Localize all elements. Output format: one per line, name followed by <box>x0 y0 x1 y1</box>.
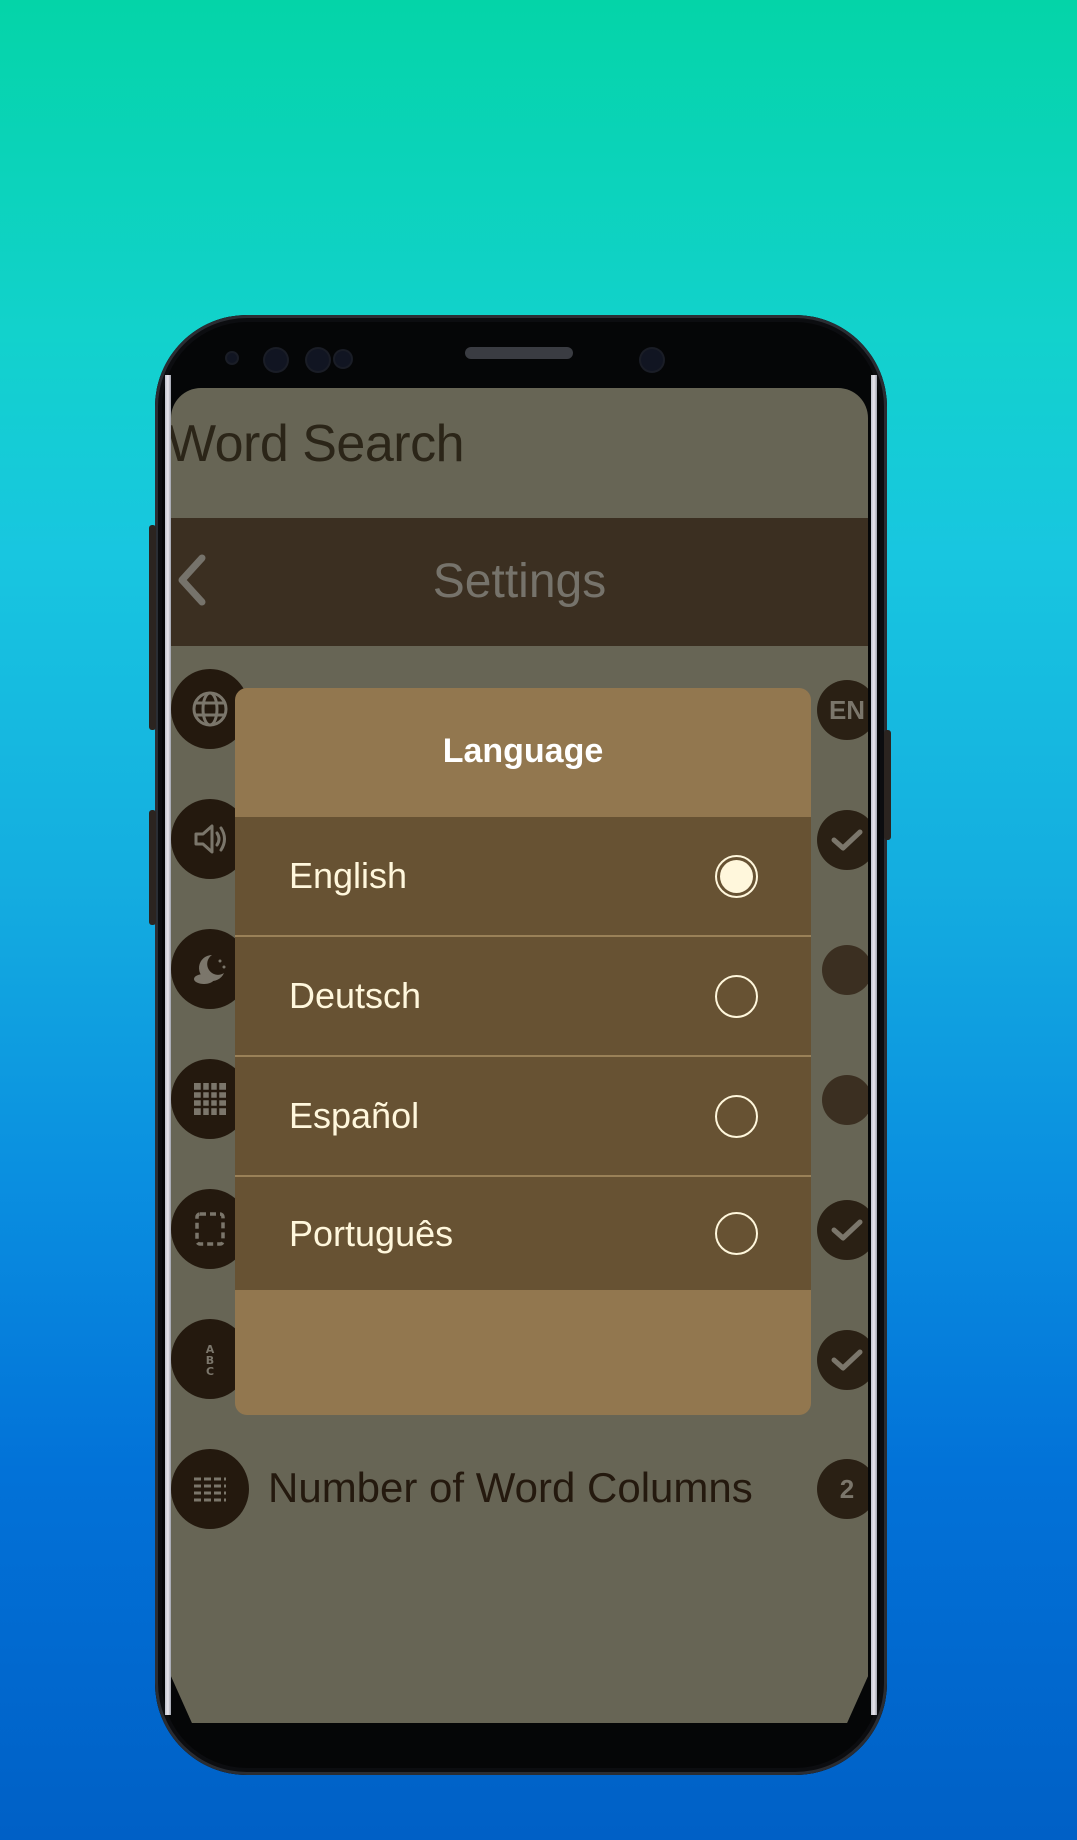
dashed-square-icon <box>195 1212 225 1246</box>
grid-toggle[interactable] <box>822 1075 868 1125</box>
option-label: English <box>289 855 408 896</box>
night-mode-toggle[interactable] <box>822 945 868 995</box>
phone-edge-right <box>871 375 877 1715</box>
language-value-badge[interactable]: EN <box>817 680 868 740</box>
phone-sensor <box>307 349 329 371</box>
phone-speaker <box>465 347 573 359</box>
check-icon <box>831 1219 863 1241</box>
columns-list-icon <box>194 1477 226 1502</box>
language-option-english[interactable]: English <box>235 817 811 937</box>
language-option-deutsch[interactable]: Deutsch <box>235 937 811 1057</box>
option-label: Português <box>289 1212 454 1254</box>
word-columns-value-badge[interactable]: 2 <box>817 1459 868 1519</box>
abc-icon: A B C <box>206 1343 215 1378</box>
language-options: English Deutsch Español Português <box>235 817 811 1290</box>
phone-sensor <box>265 349 287 371</box>
abc-toggle[interactable] <box>817 1330 868 1390</box>
radio-button-selected[interactable] <box>715 854 758 898</box>
globe-icon <box>192 691 228 727</box>
word-columns-label: Number of Word Columns <box>268 1464 753 1511</box>
settings-row-word-columns[interactable] <box>171 1449 249 1529</box>
option-label: Deutsch <box>289 975 422 1016</box>
radio-button[interactable] <box>715 1212 758 1255</box>
power-button <box>884 730 891 840</box>
front-camera <box>641 349 663 371</box>
settings-toolbar: Settings <box>171 518 868 646</box>
phone-edge-left <box>165 375 171 1715</box>
language-option-espanol[interactable]: Español <box>235 1057 811 1177</box>
svg-text:C: C <box>206 1365 214 1378</box>
radio-button[interactable] <box>715 974 758 1018</box>
language-option-portugues[interactable]: Português <box>235 1177 811 1290</box>
volume-button <box>149 525 156 730</box>
toolbar-title: Settings <box>432 555 607 608</box>
app-title: Word Search <box>171 415 465 473</box>
dialog-title: Language <box>442 732 604 770</box>
check-icon <box>831 1349 863 1371</box>
selection-toggle[interactable] <box>817 1200 868 1260</box>
speaker-icon <box>194 824 226 854</box>
phone-sensor <box>335 351 351 367</box>
night-moon-icon <box>194 955 226 984</box>
check-icon <box>831 829 863 851</box>
radio-button[interactable] <box>715 1094 758 1138</box>
language-dialog: Language English Deutsch Español Portugu… <box>235 688 811 1415</box>
bixby-button <box>149 810 156 925</box>
phone-sensor <box>227 353 237 363</box>
option-label: Español <box>289 1095 420 1136</box>
grid-icon <box>194 1083 226 1115</box>
sound-toggle[interactable] <box>817 810 868 870</box>
